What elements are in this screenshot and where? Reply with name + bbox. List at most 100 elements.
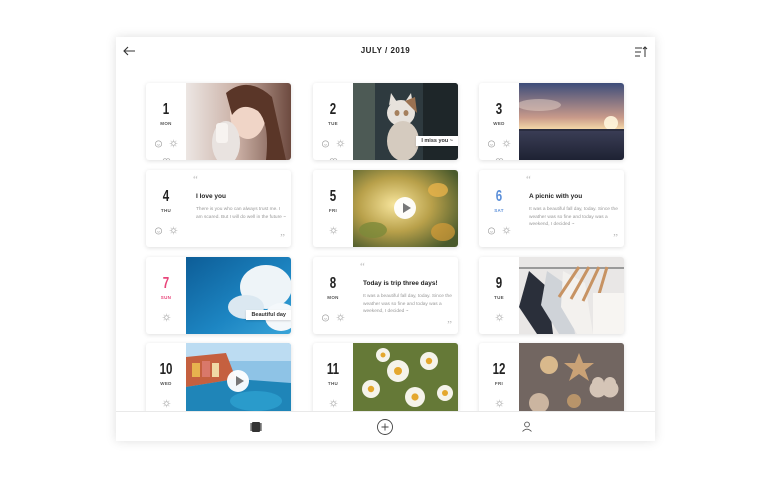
day-number: 7 [162, 275, 170, 292]
date-column: 6 SAT [479, 170, 519, 247]
note-body: There is you who can always trust me. I … [196, 207, 286, 220]
app-frame: 1 MON 2 TUE I miss you ~ 3 WED 4 THU “ I… [116, 37, 655, 441]
play-icon[interactable] [394, 197, 416, 219]
video-thumbnail-flowers[interactable] [353, 170, 458, 247]
date-column: 9 TUE [479, 257, 519, 334]
sun-icon[interactable] [495, 399, 504, 408]
sort-list-icon[interactable] [634, 45, 648, 59]
mood-icons [313, 135, 353, 160]
photo-ocean-clouds: Beautiful day [186, 257, 291, 334]
day-of-week: SUN [160, 295, 172, 300]
add-circle-icon[interactable] [376, 418, 394, 436]
sun-icon[interactable] [162, 313, 171, 322]
photo-woman [186, 83, 291, 160]
note-title: A picnic with you [529, 193, 583, 200]
calendar-grid: 1 MON 2 TUE I miss you ~ 3 WED 4 THU “ I… [116, 37, 655, 411]
day-card-12[interactable]: 12 FRI [479, 343, 624, 411]
date-column: 12 FRI [479, 343, 519, 411]
day-card-5[interactable]: 5 FRI [313, 170, 458, 247]
day-card-3[interactable]: 3 WED [479, 83, 624, 160]
day-card-8[interactable]: 8 MON “ Today is trip three days! It was… [313, 257, 458, 334]
sun-icon[interactable] [169, 139, 178, 148]
day-of-week: MON [160, 121, 172, 126]
day-of-week: WED [160, 381, 172, 386]
day-number: 8 [329, 275, 337, 292]
day-card-4[interactable]: 4 THU “ I love you There is you who can … [146, 170, 291, 247]
quote-open-icon: “ [526, 174, 531, 186]
book-icon[interactable] [247, 418, 265, 436]
day-of-week: FRI [328, 208, 338, 213]
date-column: 11 THU [313, 343, 353, 411]
day-card-1[interactable]: 1 MON [146, 83, 291, 160]
day-card-6[interactable]: 6 SAT “ A picnic with you It was a beaut… [479, 170, 624, 247]
photo-sunset-sea [519, 83, 624, 160]
user-icon[interactable] [518, 418, 536, 436]
note-title: I love you [196, 193, 226, 200]
day-of-week: FRI [494, 381, 504, 386]
sun-icon[interactable] [502, 139, 511, 148]
video-thumbnail-coast-town[interactable] [186, 343, 291, 411]
smile-icon[interactable] [487, 139, 496, 148]
day-number: 1 [162, 101, 170, 118]
smile-icon[interactable] [154, 226, 163, 235]
day-card-10[interactable]: 10 WED [146, 343, 291, 411]
day-card-2[interactable]: 2 TUE I miss you ~ [313, 83, 458, 160]
day-number: 3 [495, 101, 503, 118]
day-of-week: THU [327, 381, 339, 386]
date-column: 8 MON [313, 257, 353, 334]
sun-icon[interactable] [169, 226, 178, 235]
sun-icon[interactable] [162, 399, 171, 408]
day-card-9[interactable]: 9 TUE [479, 257, 624, 334]
smile-icon[interactable] [321, 313, 330, 322]
sun-icon[interactable] [329, 226, 338, 235]
note-body: It was a beautiful fall day, today. Sinc… [529, 207, 618, 228]
day-of-week: THU [160, 208, 172, 213]
photo-clothes-rack [519, 257, 624, 334]
diary-note: “ Today is trip three days! It was a bea… [353, 257, 458, 334]
date-column: 5 FRI [313, 170, 353, 247]
day-number: 12 [492, 361, 506, 378]
heart-icon[interactable] [495, 157, 504, 160]
sun-icon[interactable] [336, 313, 345, 322]
smile-icon[interactable] [321, 139, 330, 148]
diary-note: “ A picnic with you It was a beautiful f… [519, 170, 624, 247]
photo-cookies [519, 343, 624, 411]
page-title: JULY / 2019 [360, 46, 411, 55]
play-icon[interactable] [227, 370, 249, 392]
sun-icon[interactable] [495, 313, 504, 322]
day-of-week: WED [493, 121, 505, 126]
mood-icons [479, 222, 519, 240]
day-number: 5 [329, 188, 337, 205]
smile-icon[interactable] [154, 139, 163, 148]
smile-icon[interactable] [487, 226, 496, 235]
day-card-11[interactable]: 11 THU [313, 343, 458, 411]
quote-close-icon: ” [613, 232, 618, 244]
sun-icon[interactable] [502, 226, 511, 235]
day-of-week: MON [327, 295, 339, 300]
bottom-nav [116, 411, 655, 441]
header-bar: JULY / 2019 [116, 37, 655, 67]
day-number: 2 [329, 101, 337, 118]
sun-icon[interactable] [336, 139, 345, 148]
day-number: 4 [162, 188, 170, 205]
day-number: 6 [495, 188, 503, 205]
quote-open-icon: “ [193, 174, 198, 186]
photo-caption: I miss you ~ [416, 136, 458, 146]
mood-icons [479, 135, 519, 160]
mood-icons [146, 395, 186, 411]
heart-icon[interactable] [329, 157, 338, 160]
date-column: 3 WED [479, 83, 519, 160]
mood-icons [313, 309, 353, 327]
day-card-7[interactable]: 7 SUN Beautiful day [146, 257, 291, 334]
photo-caption: Beautiful day [246, 310, 291, 320]
photo-daisies [353, 343, 458, 411]
day-number: 11 [326, 361, 340, 378]
quote-open-icon: “ [360, 261, 365, 273]
mood-icons [146, 135, 186, 160]
sun-icon[interactable] [329, 399, 338, 408]
date-column: 1 MON [146, 83, 186, 160]
day-of-week: SAT [494, 208, 504, 213]
heart-icon[interactable] [162, 157, 171, 160]
diary-note: “ I love you There is you who can always… [186, 170, 291, 247]
date-column: 4 THU [146, 170, 186, 247]
